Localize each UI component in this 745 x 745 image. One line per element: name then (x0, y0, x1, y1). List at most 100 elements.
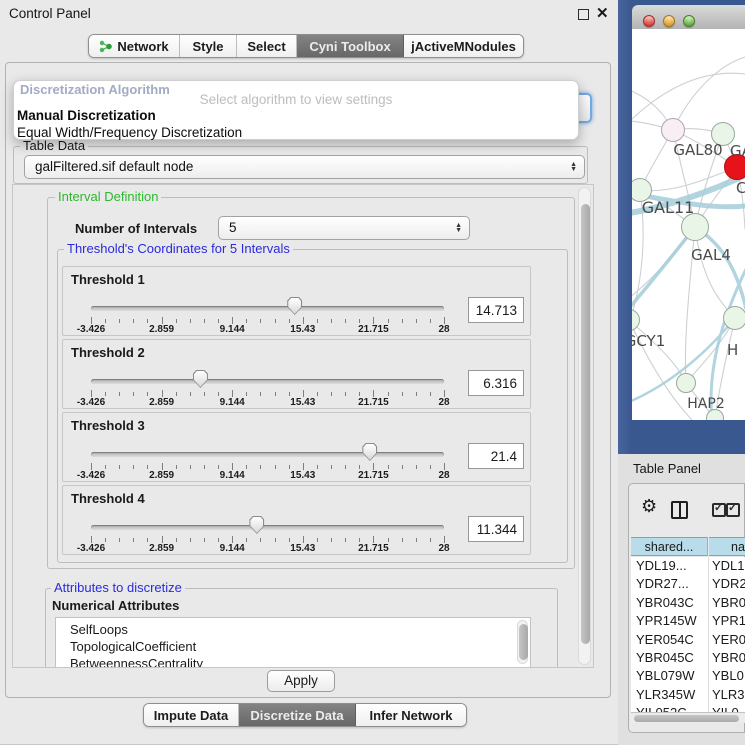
tick-mark (317, 392, 318, 396)
tab-impute-data[interactable]: Impute Data (144, 704, 239, 726)
slider-axis-labels: -3.4262.8599.14415.4321.71528 (91, 397, 444, 408)
threshold-value-field[interactable]: 21.4 (468, 443, 524, 469)
column-header-label: shared... (645, 540, 694, 554)
table-hscrollbar[interactable] (631, 712, 745, 723)
tab-discretize-data[interactable]: Discretize Data (239, 704, 356, 726)
threshold-value-field[interactable]: 6.316 (468, 370, 524, 396)
settings-scrollbar[interactable] (578, 187, 591, 665)
minimize-traffic-light-icon[interactable] (663, 15, 675, 27)
slider-thumb[interactable] (249, 516, 264, 534)
tick-mark (105, 392, 106, 396)
node-h[interactable] (723, 306, 745, 330)
slider-track[interactable] (91, 379, 444, 384)
slider-axis-labels: -3.4262.8599.14415.4321.71528 (91, 324, 444, 335)
table-row[interactable]: YDL19...YDL1 (631, 557, 745, 575)
algorithm-option-equal-width[interactable]: Equal Width/Frequency Discretization (17, 125, 242, 140)
cell: YDR27... (636, 575, 689, 593)
column-view-icon[interactable] (671, 501, 688, 519)
tick-mark (133, 319, 134, 323)
node-label-gcy1: GCY1 (632, 332, 670, 350)
slider-thumb[interactable] (362, 443, 377, 461)
select-columns-checkbox-icon[interactable] (712, 503, 726, 517)
slider-track[interactable] (91, 306, 444, 311)
settings-scrollbar-thumb[interactable] (581, 204, 590, 644)
table-hscrollbar-thumb[interactable] (634, 715, 739, 722)
tab-network[interactable]: Network (89, 35, 180, 57)
apply-button[interactable]: Apply (267, 670, 335, 692)
table-row[interactable]: YBR045CYBR0 (631, 649, 745, 667)
slider-axis-labels: -3.4262.8599.14415.4321.71528 (91, 543, 444, 554)
slider-thumb[interactable] (287, 297, 302, 315)
slider-track[interactable] (91, 452, 444, 457)
cell: YIL0 (712, 704, 739, 712)
table-row[interactable]: YPR145WYPR1 (631, 612, 745, 630)
node-label-gal80: GAL80 (672, 141, 724, 159)
tick-mark (162, 390, 163, 397)
table-data-combo[interactable]: galFiltered.sif default node ▲▼ (24, 155, 585, 179)
table-row[interactable]: YDR27...YDR2 (631, 575, 745, 593)
tab-style[interactable]: Style (180, 35, 237, 57)
tick-mark (147, 465, 148, 469)
slider-track[interactable] (91, 525, 444, 530)
tick-mark (119, 465, 120, 469)
threshold-label: Threshold 3 (71, 418, 145, 433)
tab-label: jActiveMNodules (411, 39, 516, 54)
axis-tick-label: 9.144 (220, 543, 245, 554)
node-gal80[interactable] (661, 118, 685, 142)
table-panel-title: Table Panel (633, 461, 701, 476)
gear-icon[interactable]: ⚙ (641, 496, 657, 517)
list-item[interactable]: BetweennessCentrality (56, 655, 530, 668)
table-row[interactable]: YER054CYER0 (631, 631, 745, 649)
tick-mark (331, 465, 332, 469)
slider-thumb[interactable] (193, 370, 208, 388)
column-header-name[interactable]: na (709, 537, 745, 556)
tick-mark (133, 538, 134, 542)
column-header-shared-name[interactable]: shared... (631, 537, 708, 556)
zoom-traffic-light-icon[interactable] (683, 15, 695, 27)
table-row[interactable]: YBL079WYBL0 (631, 667, 745, 685)
tick-mark (260, 319, 261, 323)
node-hap2[interactable] (676, 373, 696, 393)
threshold-value-field[interactable]: 11.344 (468, 516, 524, 542)
float-window-button[interactable] (578, 9, 589, 20)
tab-select[interactable]: Select (237, 35, 297, 57)
tick-mark (204, 392, 205, 396)
node-label-c: C (736, 179, 745, 197)
tab-label: Discretize Data (250, 708, 343, 723)
list-item[interactable]: SelfLoops (56, 621, 530, 638)
tab-label: Select (247, 39, 285, 54)
close-icon[interactable]: ✕ (596, 4, 609, 22)
tab-infer-network[interactable]: Infer Network (356, 704, 466, 726)
table-row[interactable]: YLR345WYLR3 (631, 686, 745, 704)
close-traffic-light-icon[interactable] (643, 15, 655, 27)
number-of-intervals-combo[interactable]: 5 ▲▼ (218, 216, 470, 240)
network-canvas[interactable]: GAL80 GA C GAL11 GAL4 GCY1 H HAP2 (632, 29, 745, 420)
tab-jactivemnodules[interactable]: jActiveMNodules (404, 35, 523, 57)
cell: YBR043C (636, 594, 694, 612)
table-row[interactable]: YBR043CYBR0 (631, 594, 745, 612)
tick-mark (359, 465, 360, 469)
threshold-value-field[interactable]: 14.713 (468, 297, 524, 323)
node-table[interactable]: YDL19...YDL1 YDR27...YDR2 YBR043CYBR0 YP… (631, 557, 745, 712)
list-scrollbar[interactable] (517, 620, 528, 664)
tick-mark (303, 536, 304, 543)
tick-mark (162, 317, 163, 324)
node-gal4[interactable] (681, 213, 709, 241)
list-item[interactable]: TopologicalCoefficient (56, 638, 530, 655)
tick-mark (232, 317, 233, 324)
number-of-intervals-value: 5 (229, 220, 237, 235)
axis-tick-label: 21.715 (358, 543, 389, 554)
cell: YLR345W (636, 686, 695, 704)
select-columns-checkbox-icon-2[interactable] (726, 503, 740, 517)
list-scrollbar-thumb[interactable] (519, 624, 528, 660)
algorithm-option-manual[interactable]: Manual Discretization (17, 108, 156, 123)
tick-mark (317, 465, 318, 469)
axis-tick-label: -3.426 (77, 324, 105, 335)
table-row[interactable]: YIL052CYIL0 (631, 704, 745, 712)
tick-mark (218, 538, 219, 542)
tab-cyni-toolbox[interactable]: Cyni Toolbox (297, 35, 404, 57)
tick-mark (317, 538, 318, 542)
tick-mark (331, 392, 332, 396)
network-window-titlebar[interactable] (632, 5, 745, 30)
tick-mark (289, 538, 290, 542)
